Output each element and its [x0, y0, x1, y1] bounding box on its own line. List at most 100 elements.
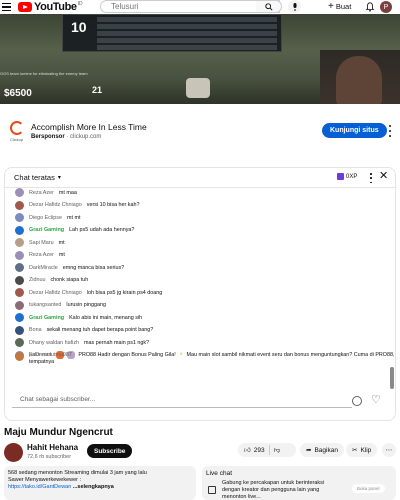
search-input[interactable]: [101, 2, 279, 11]
chat-avatar[interactable]: [15, 238, 24, 247]
youtube-logo[interactable]: YouTube ID: [18, 1, 83, 13]
chat-text: Kalo abis ini main, menang sih: [69, 314, 143, 321]
xp-icon: [337, 173, 344, 180]
chat-avatar[interactable]: [15, 338, 24, 347]
chat-author[interactable]: Diego Eclipse: [29, 215, 62, 221]
microphone-icon: [293, 2, 296, 11]
game-item-icon: [186, 78, 210, 98]
like-button[interactable]: 👍︎ 293: [238, 446, 265, 455]
heart-icon[interactable]: ♡: [371, 395, 381, 406]
chat-author[interactable]: DarkMiracle: [29, 265, 58, 271]
divider: [268, 445, 270, 455]
voice-search-button[interactable]: [288, 0, 301, 13]
chat-avatar[interactable]: [15, 300, 24, 310]
chat-input[interactable]: Chat sebagai subscriber...: [12, 392, 352, 408]
chat-avatar[interactable]: [15, 263, 24, 272]
search-button[interactable]: [256, 0, 282, 13]
clickup-logo-icon: [10, 121, 24, 135]
streamer-figure: [336, 56, 382, 104]
chat-message-body: pake mulutmu987 PRO88 Hadir dengan Bonus…: [29, 352, 395, 366]
chat-message: DarkMiracle emng manca bisa serius?: [15, 263, 124, 272]
chat-author[interactable]: Grazi Gaming: [29, 315, 64, 321]
ad-domain: clickup.com: [70, 134, 102, 140]
search-icon: [264, 2, 273, 11]
chat-avatar[interactable]: [15, 275, 24, 285]
channel-name[interactable]: Hahit Hehana: [27, 443, 78, 452]
ad-title[interactable]: Accomplish More In Less Time: [31, 122, 147, 132]
chat-avatar[interactable]: [15, 213, 24, 222]
clip-button[interactable]: ✂ Klip: [346, 443, 378, 457]
visit-site-button[interactable]: Kunjungi situs: [322, 123, 387, 138]
scoreboard-number: 10: [71, 19, 87, 35]
chat-message: Reza Azer mt: [15, 250, 65, 260]
open-panel-button[interactable]: Buka panel: [352, 484, 385, 493]
search-box[interactable]: [100, 0, 280, 13]
chat-avatar[interactable]: [15, 200, 24, 210]
description-box[interactable]: 568 sedang menonton Streaming dimulai 3 …: [4, 466, 196, 500]
top-header: YouTube ID + Buat P: [0, 0, 400, 14]
chat-author[interactable]: Bona: [29, 327, 42, 333]
ad-more-options-icon[interactable]: [388, 125, 392, 137]
dislike-button[interactable]: 👎︎: [274, 446, 281, 454]
emoji-icon[interactable]: [352, 396, 362, 406]
lightning-icon: ⚡: [179, 352, 184, 358]
chat-avatar[interactable]: [15, 288, 24, 297]
thumbs-down-icon: 👎︎: [273, 447, 281, 454]
chat-author[interactable]: Dezar Hafidz Chniago: [29, 290, 82, 296]
close-icon[interactable]: ✕: [379, 171, 388, 182]
chat-author[interactable]: Reza Azer: [29, 252, 54, 258]
chat-avatar[interactable]: [15, 250, 24, 260]
hud-round-number: 21: [92, 85, 103, 95]
notification-bell-icon[interactable]: [364, 2, 376, 12]
plus-icon: +: [328, 1, 334, 12]
chat-message-long: pake mulutmu987 PRO88 Hadir dengan Bonus…: [15, 352, 395, 366]
share-button[interactable]: ➦ Bagikan: [300, 443, 344, 457]
live-chat-panel: Chat teratas ▾ 0XP ✕ Reza Azer mt maa Deza…: [4, 167, 396, 421]
chat-author[interactable]: Dezar Hafidz Chniago: [29, 202, 82, 208]
live-chat-card: Live chat Gabung ke percakapan untuk ber…: [202, 466, 396, 500]
account-avatar[interactable]: P: [380, 1, 392, 13]
logo-country-code: ID: [77, 1, 83, 7]
create-button[interactable]: + Buat: [322, 0, 357, 13]
chat-more-options-icon[interactable]: [369, 173, 373, 183]
chat-message: Reza Azer mt maa: [15, 188, 77, 197]
chat-avatar[interactable]: [15, 325, 24, 335]
chat-author[interactable]: Sapi Maru: [29, 240, 54, 246]
scissors-icon: ✂: [352, 447, 358, 454]
channel-avatar[interactable]: [4, 443, 23, 462]
chat-message: tukangsanted lurusin pinggang: [15, 300, 106, 310]
chat-header: Chat teratas ▾ 0XP ✕: [5, 168, 395, 188]
more-actions-icon[interactable]: ⋯: [382, 443, 396, 457]
chat-author[interactable]: Zidnuu: [29, 277, 45, 283]
show-more-link[interactable]: ...selengkapnya: [73, 484, 114, 490]
chat-author[interactable]: Reza Azer: [29, 190, 54, 196]
chat-avatar[interactable]: [15, 352, 24, 361]
description-link[interactable]: https://tako.id/GantDewan: [8, 484, 71, 490]
chat-author[interactable]: Dhany waldan hafizh: [29, 340, 79, 346]
xp-badge[interactable]: 0XP: [337, 173, 357, 180]
subscribe-button[interactable]: Subscribe: [87, 444, 133, 458]
chat-text: Lah ps5 udah ada hennya?: [69, 227, 135, 233]
chat-text: mas pernah main ps1 ngk?: [84, 339, 150, 346]
hud-money: $6500: [4, 88, 32, 99]
chat-text: mt: [58, 252, 65, 258]
chat-scrollbar[interactable]: [390, 367, 394, 389]
chat-avatar[interactable]: [15, 188, 24, 197]
chat-text: mt: [58, 239, 65, 246]
sponsored-ad[interactable]: Clickup Accomplish More In Less Time Ber…: [0, 118, 400, 148]
chat-author[interactable]: pake mulutmu987: [29, 352, 72, 358]
video-player[interactable]: 10 GGS team lumine for eliminating the e…: [0, 14, 400, 104]
share-label: Bagikan: [314, 446, 338, 454]
youtube-play-icon: [18, 2, 32, 12]
chat-messages[interactable]: Reza Azer mt maa Dezar Hafidz Chniago versi…: [5, 188, 395, 374]
chevron-down-icon[interactable]: ▾: [58, 174, 61, 181]
chat-mode-selector[interactable]: Chat teratas: [14, 173, 55, 182]
chat-author[interactable]: Grazi Gaming: [29, 227, 64, 233]
menu-icon[interactable]: [2, 2, 16, 12]
chat-text: lurusin pinggang: [66, 302, 106, 308]
chat-message: Zidnuu chonk siapa tuh: [15, 275, 88, 285]
chat-author[interactable]: tukangsanted: [29, 302, 61, 308]
chat-avatar[interactable]: [15, 225, 24, 235]
chat-avatar[interactable]: [15, 313, 24, 322]
game-scoreboard: 10: [62, 14, 282, 52]
